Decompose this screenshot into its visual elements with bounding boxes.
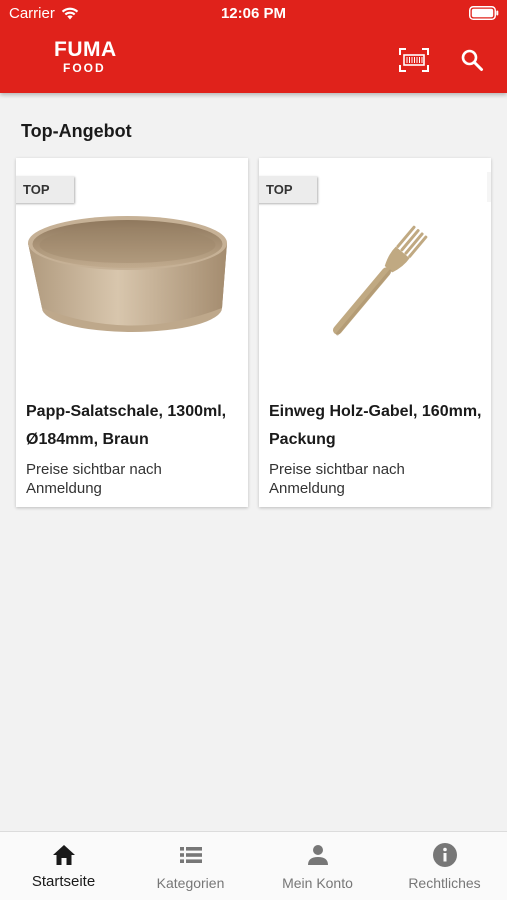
tab-startseite[interactable]: Startseite (0, 832, 127, 900)
product-title: Einweg Holz-Gabel, 160mm, Packung (269, 403, 482, 448)
logo-subtitle: FOOD (63, 61, 106, 75)
brand-logo[interactable]: FUMA FOOD (54, 39, 129, 81)
battery-icon (469, 6, 499, 20)
product-price-note: Preise sichtbar nach Anmeldung (26, 461, 162, 497)
bottom-tab-bar: Startseite Kategorien Mein Konto Rechtli… (0, 831, 507, 900)
product-card[interactable]: TOP Einweg Holz-Gabel, 160mm, Packung Pr… (259, 158, 491, 507)
top-badge: TOP (16, 176, 74, 203)
logo-wordmark: FUMA (54, 38, 117, 61)
product-price-note: Preise sichtbar nach Anmeldung (269, 461, 405, 497)
list-icon (179, 847, 202, 863)
barcode-scan-icon (399, 48, 429, 72)
tab-rechtliches[interactable]: Rechtliches (381, 832, 507, 900)
product-image-salad-bowl (28, 216, 227, 332)
home-icon (52, 845, 75, 865)
search-icon (461, 49, 483, 71)
status-bar: Carrier 12:06 PM (0, 0, 507, 26)
section-title: Top-Angebot (21, 121, 132, 141)
info-icon (432, 843, 457, 867)
tab-label: Rechtliches (408, 875, 481, 891)
tab-label: Kategorien (156, 875, 225, 891)
person-icon (307, 845, 328, 865)
barcode-scan-button[interactable] (398, 44, 430, 76)
tab-label: Mein Konto (282, 875, 353, 891)
product-image-wooden-fork (332, 225, 428, 336)
product-card[interactable]: TOP Papp-Salatschale, 1300ml, Ø184mm, Br… (16, 158, 248, 507)
tab-mein-konto[interactable]: Mein Konto (254, 832, 381, 900)
product-title: Papp-Salatschale, 1300ml, Ø184mm, Braun (26, 403, 227, 448)
tab-label: Startseite (31, 873, 96, 890)
top-badge: TOP (259, 176, 317, 203)
card-edge (487, 172, 491, 202)
search-button[interactable] (456, 44, 488, 76)
app-bar: Carrier 12:06 PM FUMA FOOD (0, 0, 507, 93)
status-time: 12:06 PM (220, 5, 287, 22)
tab-kategorien[interactable]: Kategorien (127, 832, 254, 900)
